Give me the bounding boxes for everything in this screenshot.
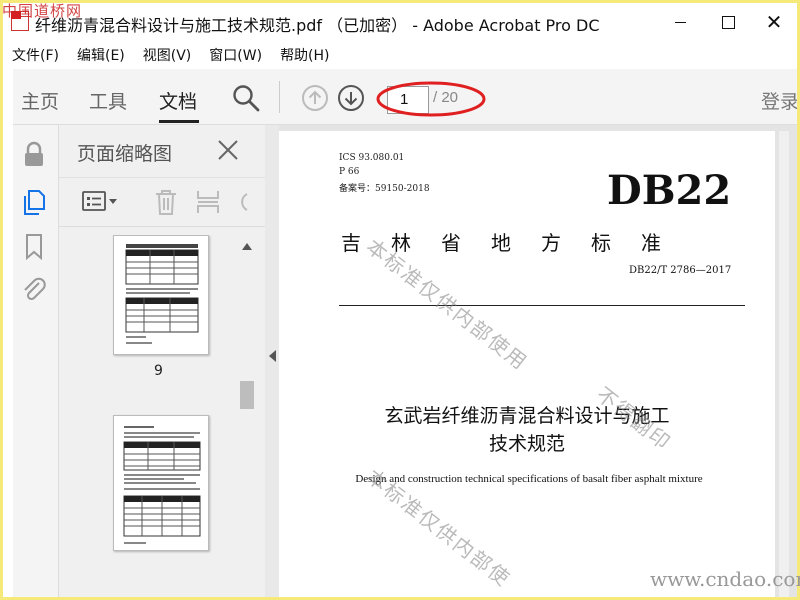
options-menu-icon[interactable] — [81, 190, 121, 214]
tab-home[interactable]: 主页 — [21, 87, 59, 114]
lock-icon[interactable] — [19, 139, 49, 169]
document-title-line2: 技术规范 — [488, 433, 565, 455]
bookmark-icon[interactable] — [19, 231, 49, 261]
sign-in-link[interactable]: 登录 — [761, 87, 797, 114]
delete-icon[interactable] — [153, 188, 179, 216]
close-window-button[interactable]: ✕ — [751, 3, 797, 41]
record-number: 备案号：59150-2018 — [339, 184, 430, 194]
panel-title: 页面缩略图 — [77, 143, 173, 165]
thumbnail-page-9-preview — [125, 244, 199, 344]
menu-window[interactable]: 窗口(W) — [200, 41, 271, 67]
main-toolbar: 主页 工具 文档 1 / 20 登录 — [13, 69, 797, 125]
collapse-panel-icon[interactable] — [267, 349, 277, 363]
site-url-watermark: www.cndao.com — [650, 567, 800, 591]
thumbnail-toolbar — [59, 177, 265, 227]
scroll-up-arrow-icon[interactable] — [241, 241, 253, 251]
search-icon[interactable] — [231, 83, 261, 113]
maximize-button[interactable] — [705, 3, 751, 41]
thumbnail-page-9[interactable] — [113, 235, 209, 355]
scrollbar-thumb[interactable] — [240, 381, 254, 409]
site-watermark-logo: 中国道桥网 — [2, 2, 83, 20]
menu-edit[interactable]: 编辑(E) — [68, 41, 134, 67]
toolbar-divider — [279, 81, 280, 113]
pdf-page: ICS 93.080.01 P 66 备案号：59150-2018 DB22 吉… — [279, 131, 775, 597]
page-thumbnails-panel: 页面缩略图 9 — [59, 125, 265, 597]
tab-document[interactable]: 文档 — [159, 87, 197, 114]
p-code: P 66 — [339, 167, 360, 177]
thumbnail-page-10[interactable] — [113, 415, 209, 551]
extract-pages-icon[interactable] — [195, 188, 221, 216]
window-title: 纤维沥青混合料设计与施工技术规范.pdf （已加密） - Adobe Acrob… — [35, 16, 600, 35]
menu-bar: 文件(F) 编辑(E) 视图(V) 窗口(W) 帮助(H) — [3, 41, 797, 67]
close-icon[interactable] — [217, 139, 239, 161]
active-tab-indicator — [159, 120, 199, 123]
menu-file[interactable]: 文件(F) — [3, 41, 68, 67]
ics-code: ICS 93.080.01 — [339, 153, 405, 163]
english-title: Design and construction technical specif… — [355, 473, 703, 485]
horizontal-rule — [339, 305, 745, 306]
thumbnail-page-9-label: 9 — [154, 363, 163, 379]
document-scrollbar[interactable] — [779, 131, 789, 597]
standard-prefix: DB22 — [607, 167, 732, 214]
page-thumbnails-icon[interactable] — [19, 187, 49, 217]
red-highlight-annotation — [376, 81, 486, 117]
minimize-button[interactable] — [657, 3, 703, 41]
attachment-icon[interactable] — [19, 275, 49, 305]
thumbnail-page-10-preview — [123, 426, 201, 544]
next-page-icon[interactable] — [337, 84, 365, 112]
thumbnail-list: 9 — [59, 235, 265, 597]
menu-view[interactable]: 视图(V) — [134, 41, 201, 67]
standard-code: DB22/T 2786—2017 — [629, 265, 732, 276]
thumbnail-scrollbar[interactable] — [237, 235, 257, 597]
left-navigation-rail — [13, 125, 59, 597]
document-title-line1: 玄武岩纤维沥青混合料设计与施工 — [384, 405, 670, 427]
rotate-icon[interactable] — [235, 190, 249, 214]
menu-help[interactable]: 帮助(H) — [271, 41, 338, 67]
title-bar: 纤维沥青混合料设计与施工技术规范.pdf （已加密） - Adobe Acrob… — [3, 3, 797, 41]
tab-tools[interactable]: 工具 — [89, 87, 127, 114]
document-view: ICS 93.080.01 P 66 备案号：59150-2018 DB22 吉… — [279, 125, 797, 597]
panel-splitter[interactable] — [265, 125, 279, 597]
acrobat-window: 纤维沥青混合料设计与施工技术规范.pdf （已加密） - Adobe Acrob… — [3, 3, 797, 597]
previous-page-icon[interactable] — [301, 84, 329, 112]
